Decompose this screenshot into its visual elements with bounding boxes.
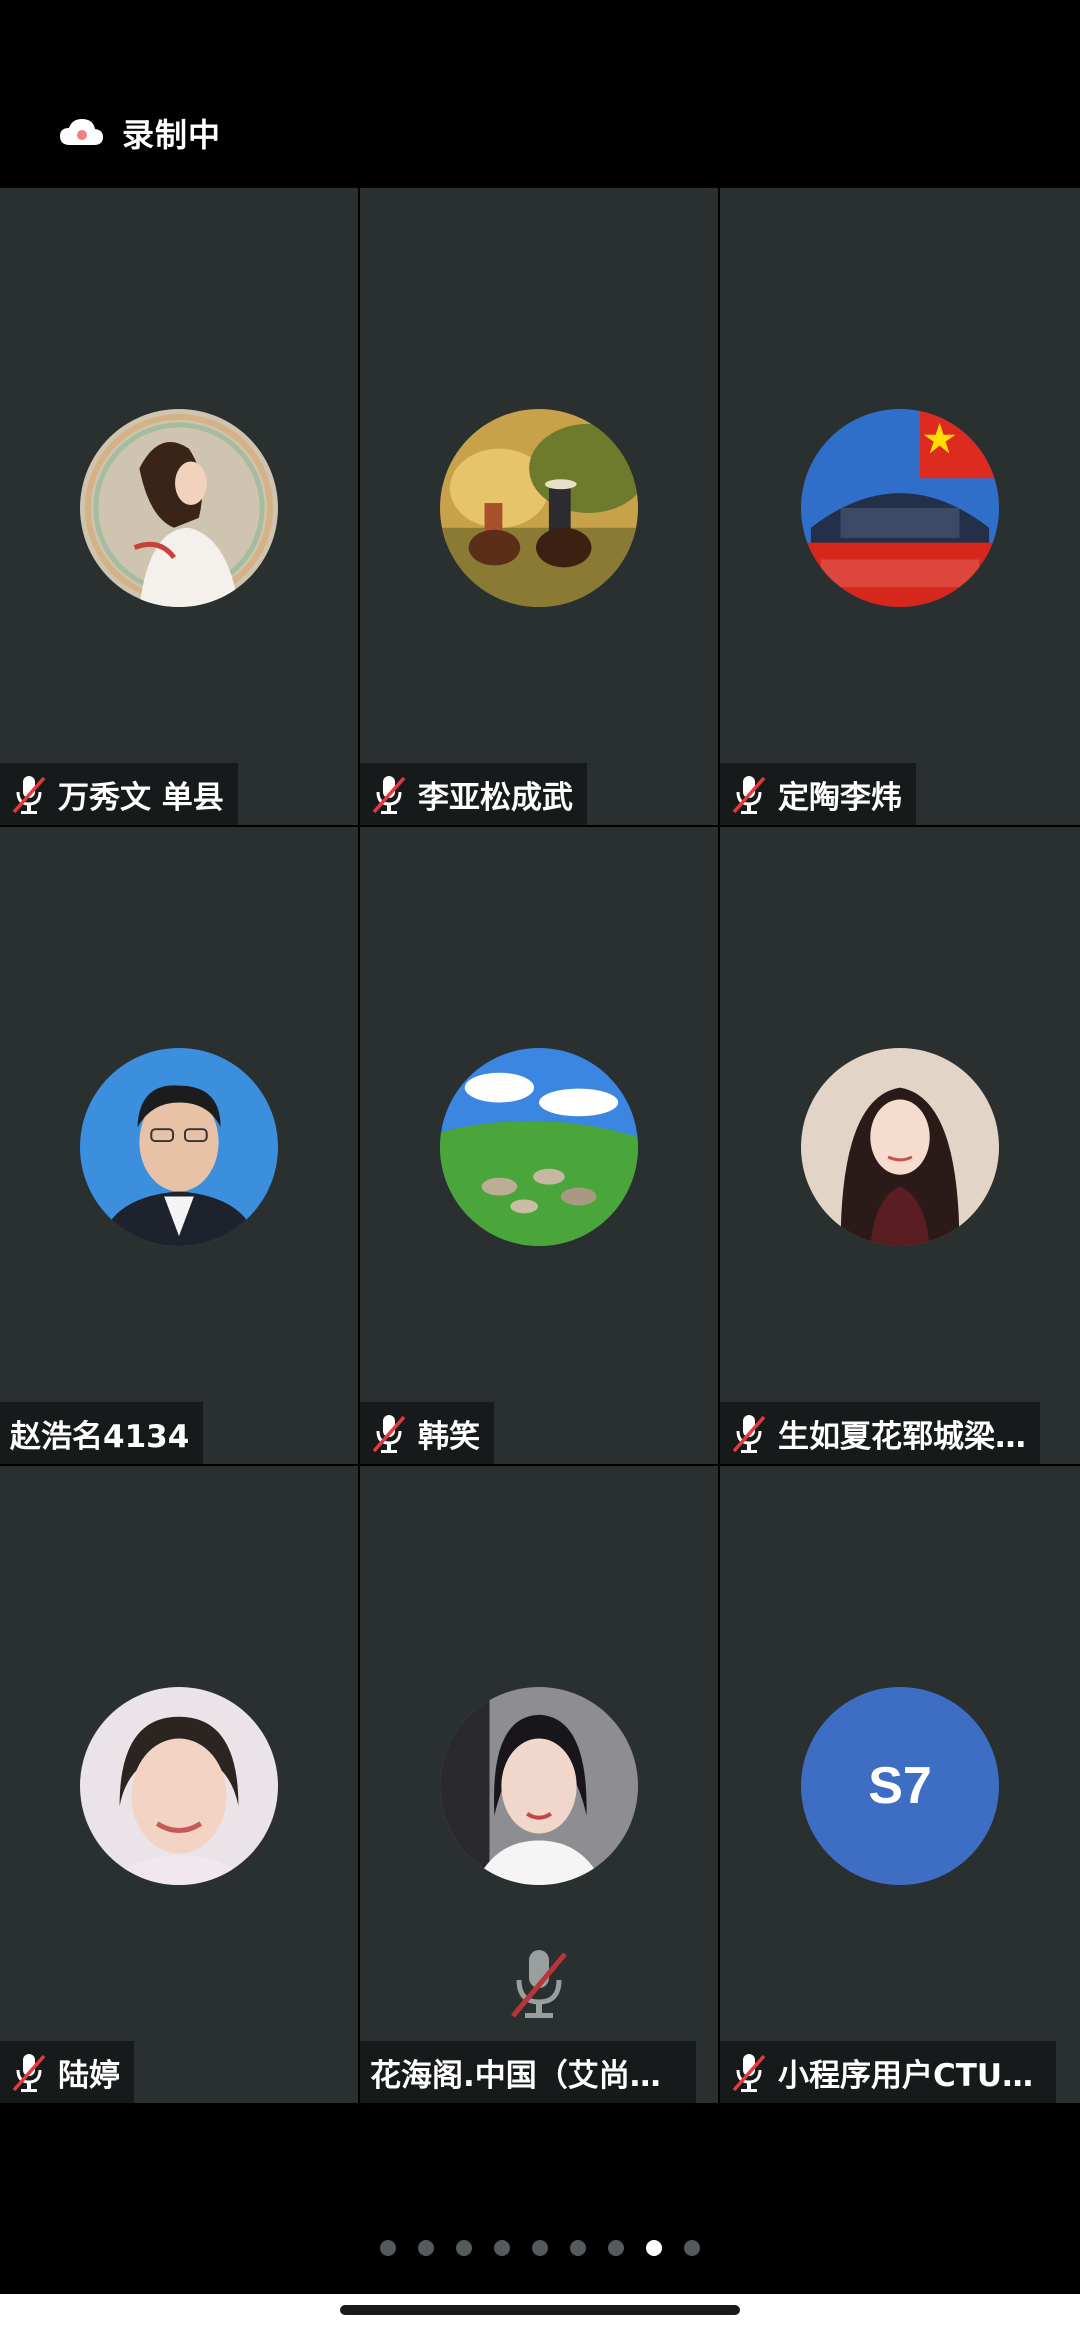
nav-area: [0, 2294, 1080, 2340]
page-dot[interactable]: [608, 2240, 624, 2256]
page-dot[interactable]: [380, 2240, 396, 2256]
name-tag: 韩笑: [360, 1402, 494, 1464]
participant-name: 定陶李炜: [778, 779, 902, 816]
recording-indicator: 录制中: [58, 110, 221, 156]
name-tag: 生如夏花郓城梁…: [720, 1402, 1040, 1464]
video-grid: 万秀文 单县 李亚松成武 定陶李炜 赵浩名4134 韩笑 生如夏花郓城梁… 陆婷…: [0, 188, 1080, 2105]
avatar: [80, 409, 278, 607]
participant-tile[interactable]: 万秀文 单县: [0, 188, 360, 827]
mic-muted-icon: [732, 776, 766, 814]
page-dot[interactable]: [684, 2240, 700, 2256]
avatar: [801, 1048, 999, 1246]
participant-tile[interactable]: 李亚松成武: [360, 188, 720, 827]
participant-tile[interactable]: 赵浩名4134: [0, 827, 360, 1466]
name-tag: 小程序用户CTU7…: [720, 2041, 1056, 2103]
page-dot[interactable]: [532, 2240, 548, 2256]
participant-tile[interactable]: S7 小程序用户CTU7…: [720, 1466, 1080, 2105]
participant-name: 陆婷: [58, 2057, 120, 2094]
participant-tile[interactable]: 陆婷: [0, 1466, 360, 2105]
participant-tile[interactable]: 定陶李炜: [720, 188, 1080, 827]
participant-name: 李亚松成武: [418, 779, 573, 816]
participant-name: 花海阁.中国（艾尚婚…: [370, 2057, 682, 2094]
participant-tile[interactable]: 花海阁.中国（艾尚婚…: [360, 1466, 720, 2105]
bottom-area: [0, 2105, 1080, 2340]
avatar: [440, 1048, 638, 1246]
page-dot-active[interactable]: [646, 2240, 662, 2256]
name-tag: 陆婷: [0, 2041, 134, 2103]
name-tag: 花海阁.中国（艾尚婚…: [360, 2041, 696, 2103]
page-indicator[interactable]: [0, 2240, 1080, 2256]
participant-name: 生如夏花郓城梁…: [778, 1418, 1026, 1455]
participant-tile[interactable]: 生如夏花郓城梁…: [720, 827, 1080, 1466]
avatar-initials: S7: [801, 1687, 999, 1885]
cloud-icon: [60, 119, 103, 145]
mic-muted-icon: [12, 776, 46, 814]
page-dot[interactable]: [494, 2240, 510, 2256]
page-dot[interactable]: [418, 2240, 434, 2256]
mic-muted-icon: [372, 776, 406, 814]
avatar: [440, 409, 638, 607]
mic-muted-icon: [732, 1415, 766, 1453]
name-tag: 赵浩名4134: [0, 1402, 204, 1464]
mic-muted-icon: [511, 1950, 567, 2018]
page-dot[interactable]: [570, 2240, 586, 2256]
name-tag: 万秀文 单县: [0, 763, 238, 825]
participant-name: 韩笑: [418, 1418, 480, 1455]
participant-name: 万秀文 单县: [58, 779, 224, 816]
avatar: [440, 1687, 638, 1885]
avatar: [80, 1687, 278, 1885]
avatar: [801, 409, 999, 607]
participant-tile[interactable]: 韩笑: [360, 827, 720, 1466]
recording-label: 录制中: [122, 116, 222, 154]
status-bar: 录制中: [0, 0, 1080, 188]
participant-name: 赵浩名4134: [10, 1418, 190, 1455]
page-dot[interactable]: [456, 2240, 472, 2256]
name-tag: 定陶李炜: [720, 763, 916, 825]
avatar: [80, 1048, 278, 1246]
name-tag: 李亚松成武: [360, 763, 587, 825]
home-indicator[interactable]: [340, 2305, 740, 2315]
mic-muted-icon: [12, 2054, 46, 2092]
mic-muted-icon: [372, 1415, 406, 1453]
participant-name: 小程序用户CTU7…: [778, 2057, 1042, 2094]
mic-muted-icon: [732, 2054, 766, 2092]
